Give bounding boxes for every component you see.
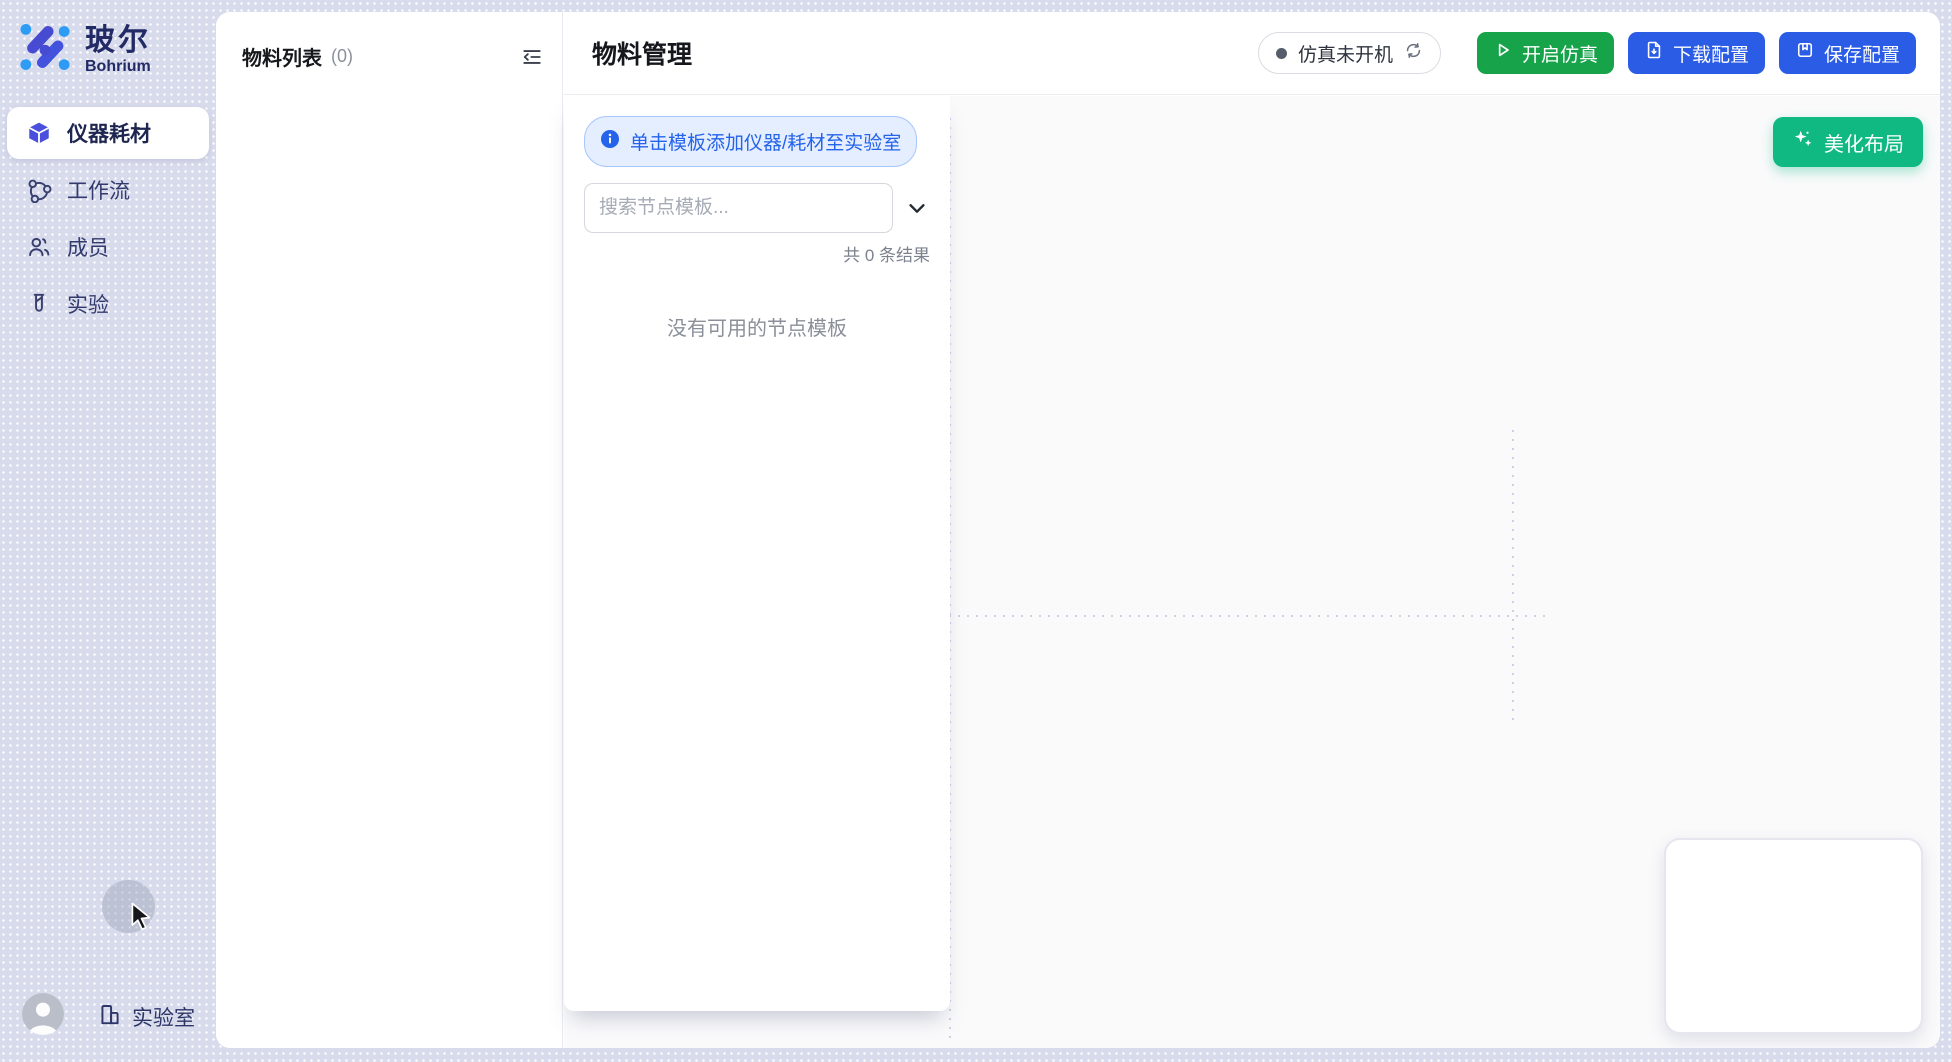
simulation-status-pill[interactable]: 仿真未开机	[1258, 32, 1441, 74]
sidebar-item-label: 成员	[67, 232, 109, 262]
main-region: 物料管理 仿真未开机	[564, 12, 1940, 1048]
beautify-layout-label: 美化布局	[1824, 128, 1904, 157]
sidebar-item-label: 工作流	[67, 175, 130, 205]
sidebar-item-experiments[interactable]: 实验	[7, 278, 209, 330]
collapse-panel-icon[interactable]	[520, 45, 544, 69]
download-config-button[interactable]: 下载配置	[1628, 32, 1765, 74]
experiment-icon	[26, 291, 52, 317]
user-avatar[interactable]	[22, 993, 64, 1040]
brand-logo: 玻尔 Bohrium	[16, 18, 216, 81]
canvas-guide-horizontal	[949, 615, 1550, 617]
search-input[interactable]	[584, 183, 893, 233]
sidebar-bottom: 实验室	[0, 993, 216, 1040]
sidebar-item-members[interactable]: 成员	[7, 221, 209, 273]
brand-name-en: Bohrium	[85, 58, 151, 76]
play-icon	[1493, 40, 1513, 66]
start-simulation-label: 开启仿真	[1522, 40, 1598, 67]
sidebar-item-instruments[interactable]: 仪器耗材	[7, 107, 209, 159]
page-title: 物料管理	[592, 35, 692, 71]
template-search-row	[584, 183, 930, 233]
sidebar-item-workflow[interactable]: 工作流	[7, 164, 209, 216]
brand-name-zh: 玻尔	[85, 24, 151, 58]
info-icon	[600, 129, 620, 155]
canvas-guide-vertical	[1512, 430, 1514, 720]
building-icon	[97, 1001, 123, 1033]
materials-list-title: 物料列表	[242, 42, 322, 71]
save-config-label: 保存配置	[1824, 40, 1900, 67]
cube-icon	[26, 120, 52, 146]
main-header: 物料管理 仿真未开机	[564, 12, 1940, 95]
flow-canvas[interactable]: 单击模板添加仪器/耗材至实验室 共 0 条结果 没有可用的节点模板	[564, 96, 1940, 1048]
workflow-icon	[26, 177, 52, 203]
sparkles-icon	[1792, 128, 1814, 156]
empty-templates-text: 没有可用的节点模板	[584, 312, 930, 341]
start-simulation-button[interactable]: 开启仿真	[1477, 32, 1614, 74]
mouse-cursor	[126, 901, 156, 933]
node-template-panel: 单击模板添加仪器/耗材至实验室 共 0 条结果 没有可用的节点模板	[564, 96, 950, 1011]
result-count: 共 0 条结果	[584, 241, 930, 266]
minimap[interactable]	[1664, 838, 1923, 1034]
bohrium-logo-icon	[16, 18, 74, 81]
sidebar-item-label: 仪器耗材	[67, 118, 151, 148]
refresh-icon[interactable]	[1404, 41, 1423, 66]
members-icon	[26, 234, 52, 260]
sidebar-item-label: 实验	[67, 289, 109, 319]
status-dot	[1276, 48, 1287, 59]
template-hint-banner: 单击模板添加仪器/耗材至实验室	[584, 116, 917, 167]
sidebar-nav: 仪器耗材 工作流 成员	[0, 107, 216, 330]
lab-label: 实验室	[132, 1002, 195, 1032]
materials-list-panel: 物料列表 (0)	[216, 12, 563, 1048]
status-label: 仿真未开机	[1298, 40, 1393, 67]
main-card: 物料列表 (0) 物料管理 仿真未开机	[216, 12, 1940, 1048]
lab-entry[interactable]: 实验室	[97, 1001, 195, 1033]
materials-list-header: 物料列表 (0)	[216, 12, 562, 71]
save-icon	[1795, 40, 1815, 66]
template-hint-text: 单击模板添加仪器/耗材至实验室	[630, 128, 901, 155]
beautify-layout-button[interactable]: 美化布局	[1773, 117, 1923, 167]
materials-list-count: (0)	[331, 46, 353, 67]
chevron-down-icon[interactable]	[906, 196, 930, 220]
file-download-icon	[1644, 40, 1664, 66]
download-config-label: 下载配置	[1673, 40, 1749, 67]
save-config-button[interactable]: 保存配置	[1779, 32, 1916, 74]
